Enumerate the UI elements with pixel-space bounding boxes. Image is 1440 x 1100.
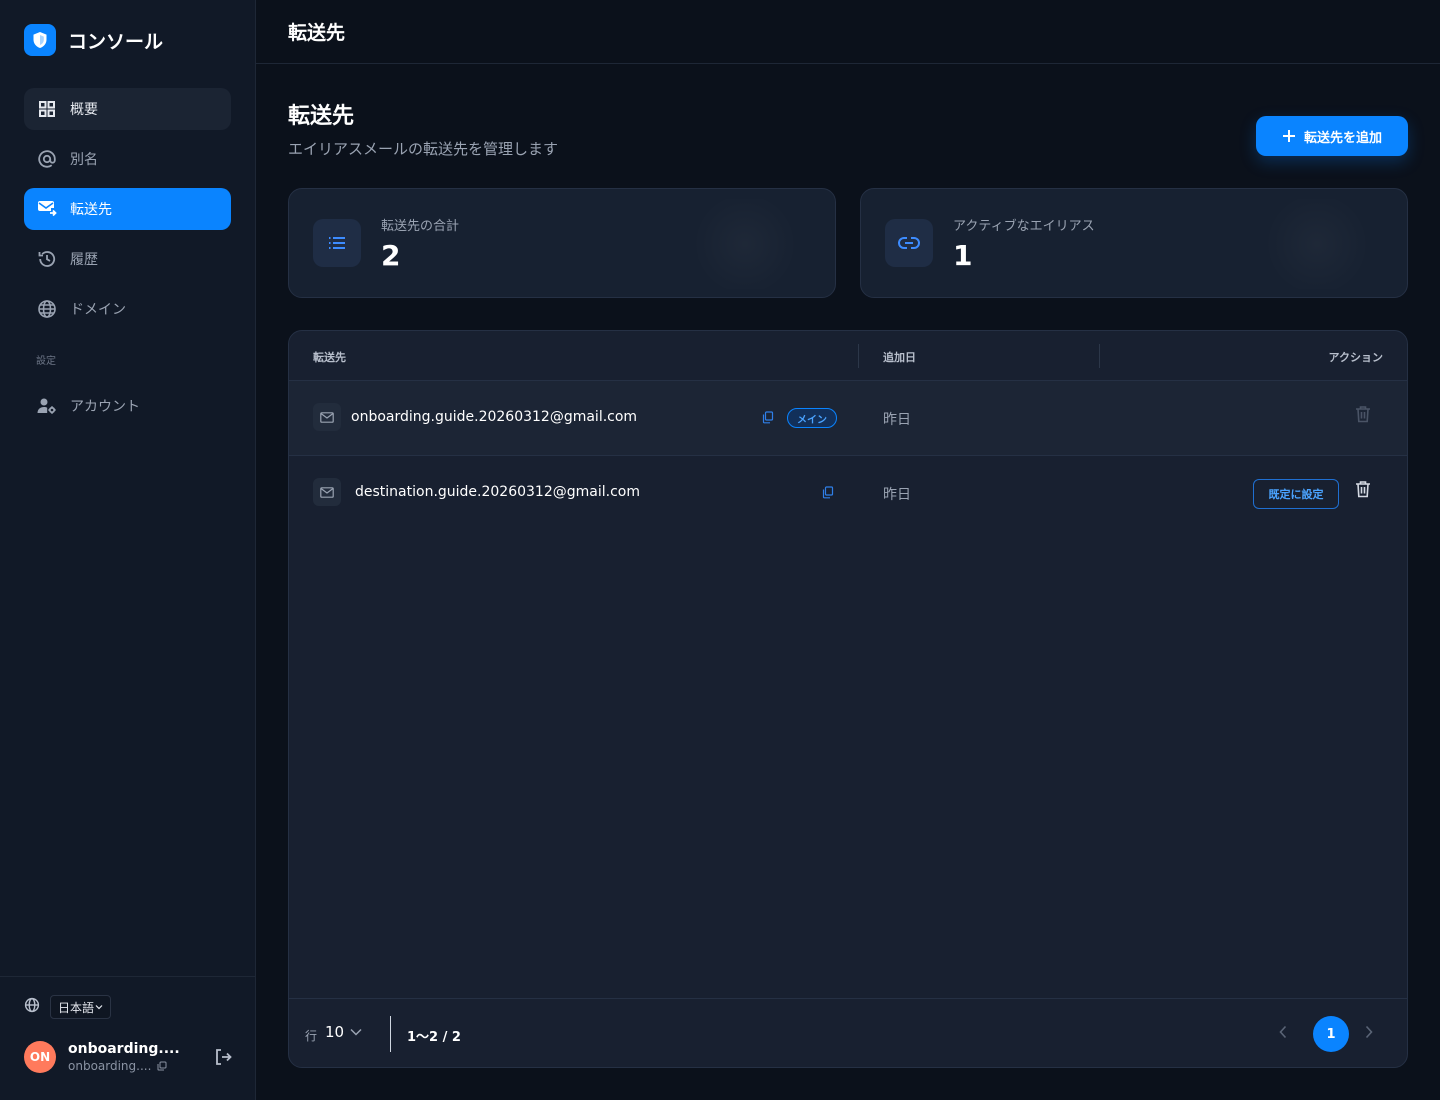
- card-decoration: [1257, 199, 1377, 289]
- page-header: 転送先 エイリアスメールの転送先を管理します: [288, 98, 558, 159]
- rows-per-page-label: 行: [305, 1029, 318, 1043]
- sidebar-item-aliases[interactable]: 別名: [24, 138, 231, 180]
- chevron-down-icon: [350, 1028, 362, 1036]
- stat-card-active-aliases: アクティブなエイリアス 1: [860, 188, 1408, 298]
- chevron-right-icon[interactable]: [1365, 1025, 1373, 1039]
- footer-divider: [390, 1016, 391, 1052]
- stat-label: アクティブなエイリアス: [953, 219, 1095, 234]
- user-email-text: onboarding....: [68, 1059, 152, 1073]
- mail-forward-icon: [37, 199, 57, 219]
- language-value: 日本語: [58, 1000, 95, 1015]
- sidebar-item-label: ドメイン: [70, 302, 126, 318]
- sidebar-item-overview[interactable]: 概要: [24, 88, 231, 130]
- destinations-table: 転送先 追加日 アクション onboarding.guide.20260312@…: [288, 330, 1408, 1068]
- copy-icon[interactable]: [822, 486, 834, 499]
- topbar-title: 転送先: [288, 22, 346, 44]
- top-bar: 転送先: [256, 0, 1440, 64]
- sidebar-footer: 日本語 ON onboarding.... onboarding....: [0, 976, 255, 1100]
- destination-email: destination.guide.20260312@gmail.com: [355, 484, 640, 500]
- sidebar: コンソール 概要 別名 転送先 履歴 ドメイン 設定 アカウント 日本語 ON …: [0, 0, 256, 1100]
- sidebar-item-label: 別名: [70, 152, 98, 168]
- table-footer: 行 10 1〜2 / 2 1: [289, 998, 1407, 1067]
- add-destination-label: 転送先を追加: [1303, 130, 1382, 146]
- account-settings-icon: [37, 396, 57, 416]
- column-header-destination[interactable]: 転送先: [313, 349, 346, 365]
- stat-value: 2: [381, 239, 401, 272]
- page-title: 転送先: [288, 104, 355, 129]
- brand[interactable]: コンソール: [24, 24, 163, 56]
- globe-icon: [37, 299, 57, 319]
- plus-icon: [1282, 129, 1296, 143]
- sidebar-item-label: 履歴: [70, 252, 98, 268]
- mail-icon: [313, 478, 341, 506]
- trash-icon: [1355, 405, 1371, 423]
- language-select[interactable]: 日本語: [50, 995, 112, 1019]
- history-icon: [37, 249, 57, 269]
- copy-icon[interactable]: [762, 411, 774, 424]
- link-icon: [885, 219, 933, 267]
- sidebar-item-history[interactable]: 履歴: [24, 238, 231, 280]
- shield-icon: [24, 24, 56, 56]
- logout-icon[interactable]: [212, 1046, 234, 1068]
- user-name: onboarding....: [68, 1041, 180, 1057]
- card-decoration: [685, 199, 805, 289]
- chevron-left-icon[interactable]: [1279, 1025, 1287, 1039]
- sidebar-item-label: 転送先: [70, 202, 112, 218]
- sidebar-item-account[interactable]: アカウント: [24, 385, 231, 427]
- pagination-range: 1〜2 / 2: [407, 1030, 461, 1045]
- copy-icon[interactable]: [157, 1061, 167, 1071]
- table-header: 転送先 追加日 アクション: [289, 331, 1407, 381]
- stat-value: 1: [953, 239, 973, 272]
- mail-icon: [313, 403, 341, 431]
- table-row[interactable]: onboarding.guide.20260312@gmail.com メイン …: [289, 381, 1407, 456]
- column-divider[interactable]: [1099, 344, 1100, 368]
- sidebar-item-label: アカウント: [70, 399, 140, 415]
- rows-per-page-select[interactable]: 10: [325, 1023, 362, 1041]
- add-destination-button[interactable]: 転送先を追加: [1256, 116, 1408, 156]
- grid-icon: [37, 99, 57, 119]
- stat-label: 転送先の合計: [381, 219, 460, 234]
- sidebar-item-label: 概要: [70, 102, 98, 118]
- sidebar-nav: 概要 別名 転送先 履歴 ドメイン 設定 アカウント: [24, 88, 231, 435]
- sidebar-item-destinations[interactable]: 転送先: [24, 188, 231, 230]
- added-date: 昨日: [883, 487, 911, 503]
- list-icon: [313, 219, 361, 267]
- language-row: 日本語: [24, 995, 112, 1019]
- user-email: onboarding....: [68, 1059, 188, 1073]
- destination-email: onboarding.guide.20260312@gmail.com: [351, 409, 638, 425]
- primary-badge: メイン: [787, 408, 837, 428]
- app-name: コンソール: [68, 30, 164, 53]
- globe-icon: [24, 997, 40, 1017]
- stat-card-total-destinations: 転送先の合計 2: [288, 188, 836, 298]
- column-divider[interactable]: [858, 344, 859, 368]
- added-date: 昨日: [883, 412, 911, 428]
- rows-per-page-value: 10: [325, 1023, 345, 1041]
- column-header-actions: アクション: [1328, 351, 1383, 364]
- at-icon: [37, 149, 57, 169]
- chevron-down-icon: [95, 1004, 103, 1010]
- user-info: onboarding.... onboarding....: [68, 1041, 188, 1073]
- page-button-current[interactable]: 1: [1313, 1016, 1349, 1052]
- settings-section-label: 設定: [36, 356, 56, 367]
- column-header-added[interactable]: 追加日: [883, 349, 916, 365]
- sidebar-item-domains[interactable]: ドメイン: [24, 288, 231, 330]
- set-default-button[interactable]: 既定に設定: [1253, 479, 1339, 509]
- trash-icon[interactable]: [1355, 480, 1371, 498]
- avatar[interactable]: ON: [24, 1041, 56, 1073]
- table-row[interactable]: destination.guide.20260312@gmail.com 昨日 …: [289, 456, 1407, 531]
- page-subtitle: エイリアスメールの転送先を管理します: [288, 140, 559, 158]
- user-row: ON onboarding.... onboarding....: [24, 1041, 234, 1073]
